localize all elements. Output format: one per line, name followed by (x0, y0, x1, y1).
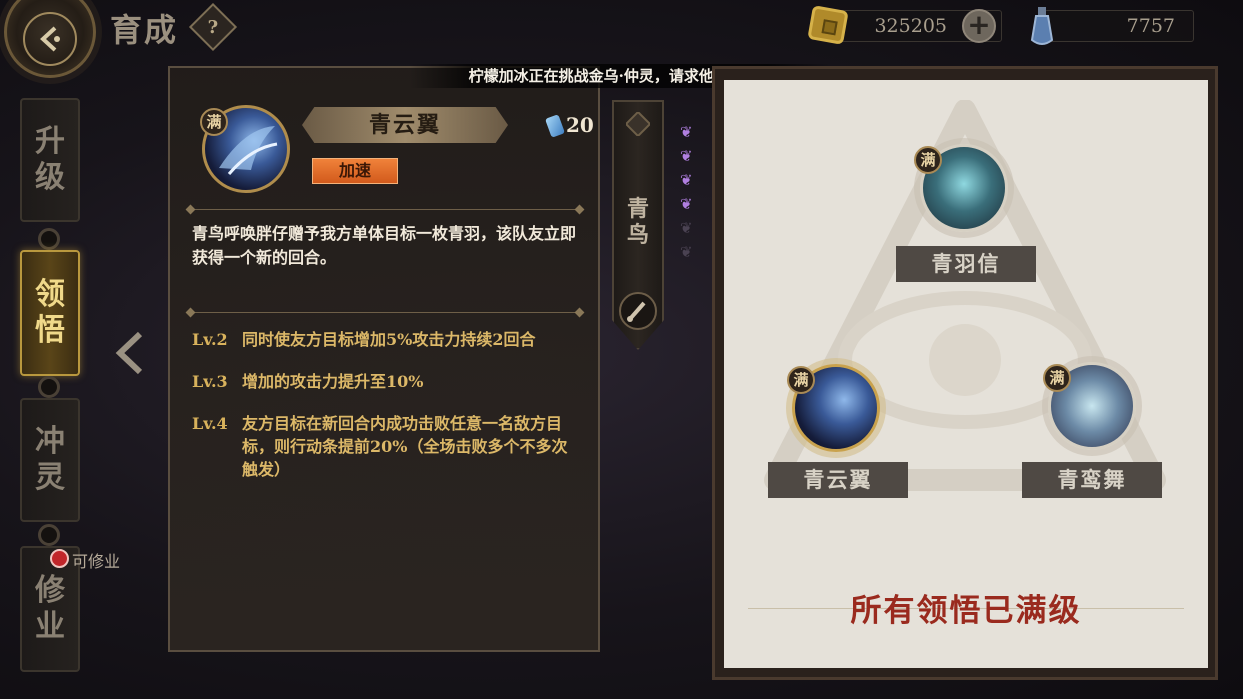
prev-character-arrow[interactable] (112, 330, 148, 380)
potion-icon (1030, 6, 1054, 46)
butterfly-icon: ❦ (680, 243, 693, 261)
skill-node-label[interactable]: 青羽信 (896, 246, 1036, 282)
max-level-badge: 满 (1043, 364, 1071, 392)
back-button[interactable] (4, 0, 96, 78)
character-name: 青 鸟 (626, 196, 649, 248)
tab-cultivate[interactable]: 修业 (20, 546, 80, 672)
tab-connector (38, 228, 60, 250)
level-label: Lv.2 (192, 330, 228, 349)
level-text: 同时使友方目标增加5%攻击力持续2回合 (242, 330, 536, 349)
coin-icon (807, 5, 849, 45)
tab-connector (38, 376, 60, 398)
tab-upgrade[interactable]: 升级 (20, 98, 80, 222)
divider (190, 209, 580, 210)
level-text: 增加的攻击力提升至10% (242, 372, 424, 391)
level-effect-row: Lv.2 同时使友方目标增加5%攻击力持续2回合 (192, 328, 587, 351)
skill-name: 青云翼 (302, 107, 508, 143)
skill-tag: 加速 (312, 158, 398, 184)
max-level-badge: 满 (914, 146, 942, 174)
level-effect-row: Lv.4 友方目标在新回合内成功击败任意一名敌方目标，则行动条提前20%（全场击… (192, 412, 577, 481)
divider (190, 312, 580, 313)
skill-node-label[interactable]: 青鸾舞 (1022, 462, 1162, 498)
butterfly-icon: ❦ (680, 171, 693, 189)
level-effect-row: Lv.3 增加的攻击力提升至10% (192, 370, 587, 393)
tab-comprehend[interactable]: 领悟 (20, 250, 80, 376)
max-level-badge: 满 (200, 108, 228, 136)
skill-description: 青鸟呼唤胖仔赠予我方单体目标一枚青羽，该队友立即获得一个新的回合。 (192, 224, 577, 267)
max-level-badge: 满 (787, 366, 815, 394)
potion-amount: 7757 (1126, 15, 1175, 37)
gold-amount: 325205 (874, 15, 947, 37)
tab-connector (38, 524, 60, 546)
cultivate-hint: 可修业 (72, 552, 121, 571)
notification-dot (50, 549, 69, 568)
skill-node-label[interactable]: 青云翼 (768, 462, 908, 498)
brush-button[interactable] (619, 292, 657, 330)
potion-counter: 7757 (1044, 10, 1194, 42)
diamond-ornament-icon (624, 110, 652, 140)
level-label: Lv.3 (192, 372, 228, 391)
back-arrow-icon (23, 12, 77, 66)
level-label: Lv.4 (192, 414, 228, 433)
all-maxed-status: 所有领悟已满级 (850, 593, 1082, 629)
help-icon: ? (207, 16, 219, 38)
butterfly-icon: ❦ (680, 147, 693, 165)
butterfly-icon: ❦ (680, 219, 693, 237)
butterfly-icon: ❦ (680, 195, 693, 213)
level-text: 友方目标在新回合内成功击败任意一名敌方目标，则行动条提前20%（全场击败多个不多… (242, 414, 568, 479)
butterfly-icon: ❦ (680, 123, 693, 141)
skill-cost: 20 (566, 113, 594, 137)
add-gold-button[interactable]: + (962, 9, 996, 43)
tab-spirit[interactable]: 冲灵 (20, 398, 80, 522)
page-title: 育成 (110, 11, 179, 49)
help-button[interactable]: ? (188, 2, 238, 52)
